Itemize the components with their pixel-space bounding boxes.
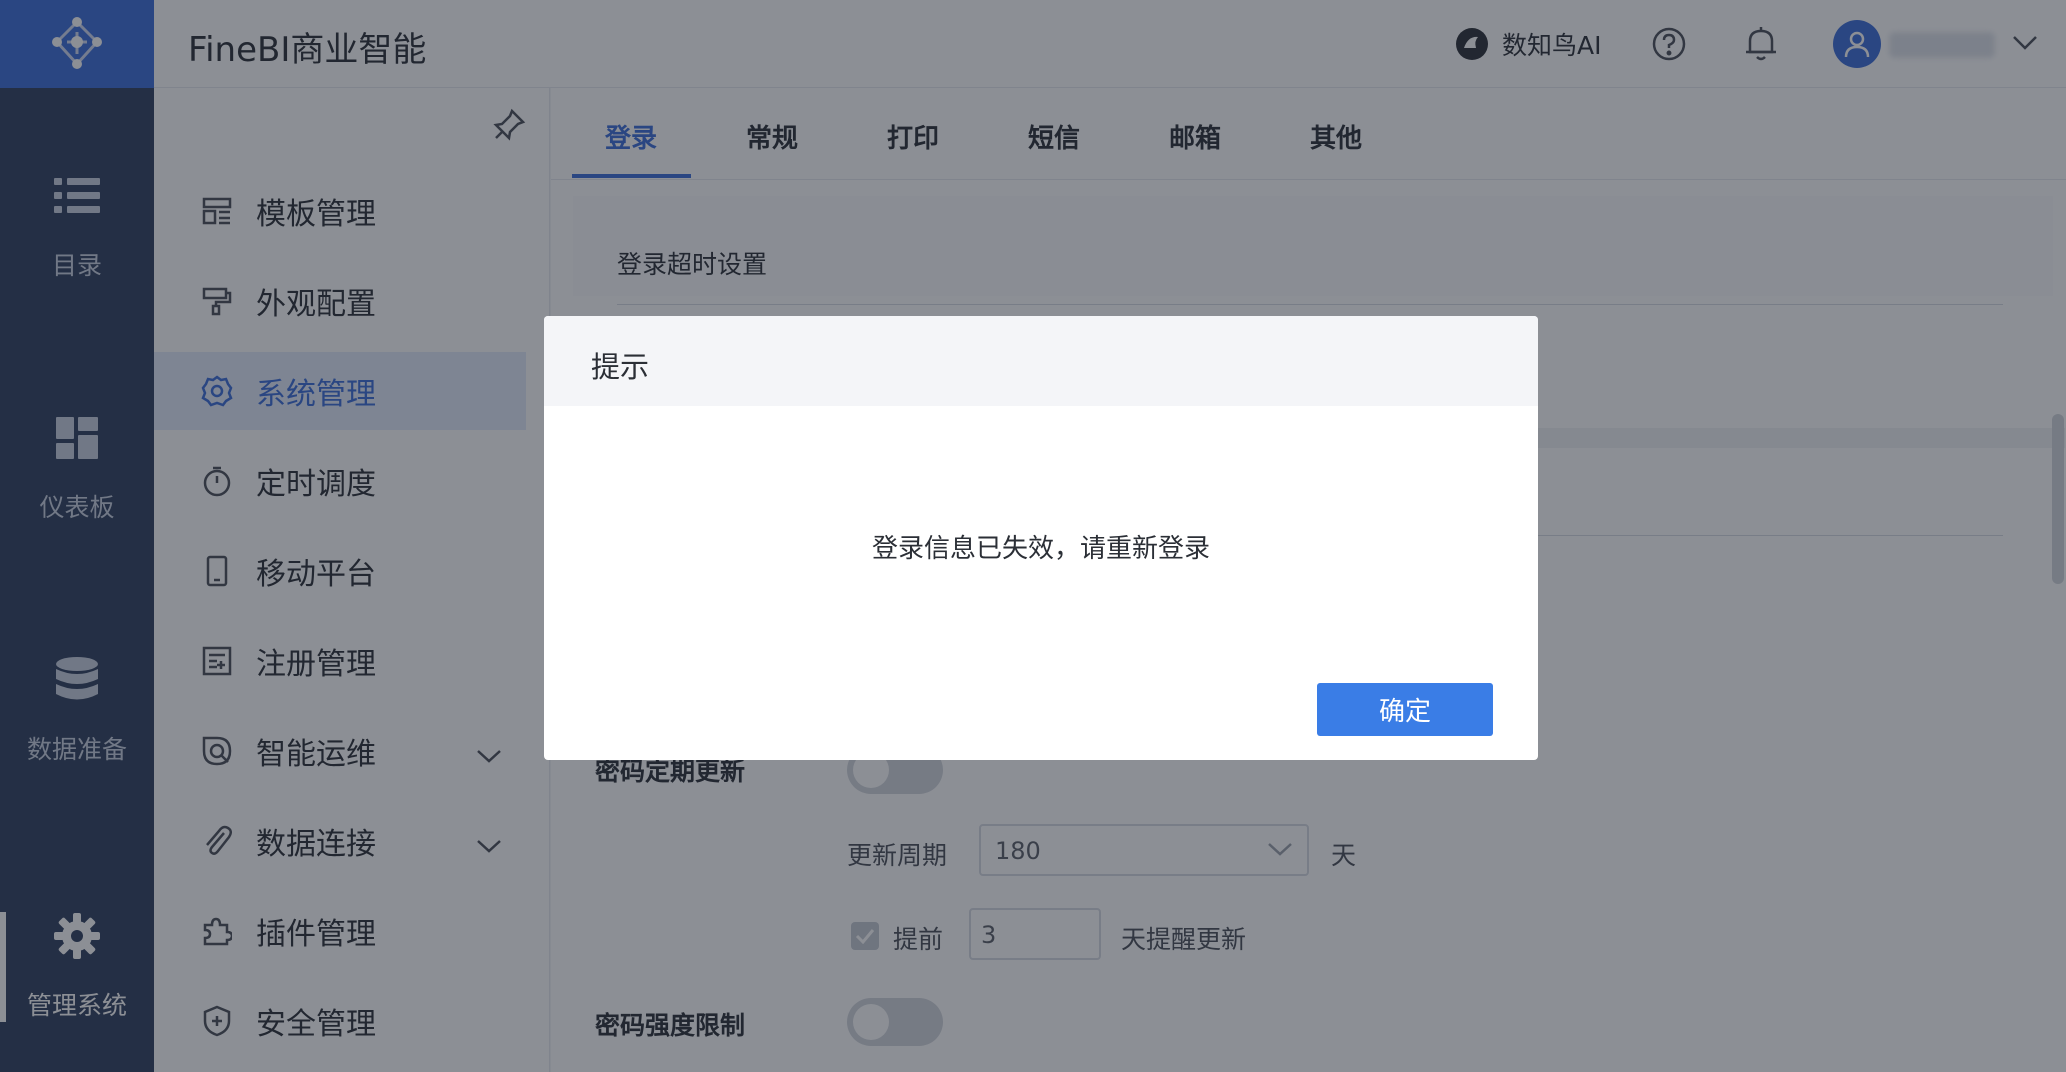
dialog-header: 提示 <box>544 316 1538 406</box>
dialog-message: 登录信息已失效，请重新登录 <box>871 534 1210 564</box>
alert-dialog: 提示 登录信息已失效，请重新登录 确定 <box>544 316 1538 760</box>
confirm-button[interactable]: 确定 <box>1317 683 1493 736</box>
dialog-title: 提示 <box>591 350 650 384</box>
